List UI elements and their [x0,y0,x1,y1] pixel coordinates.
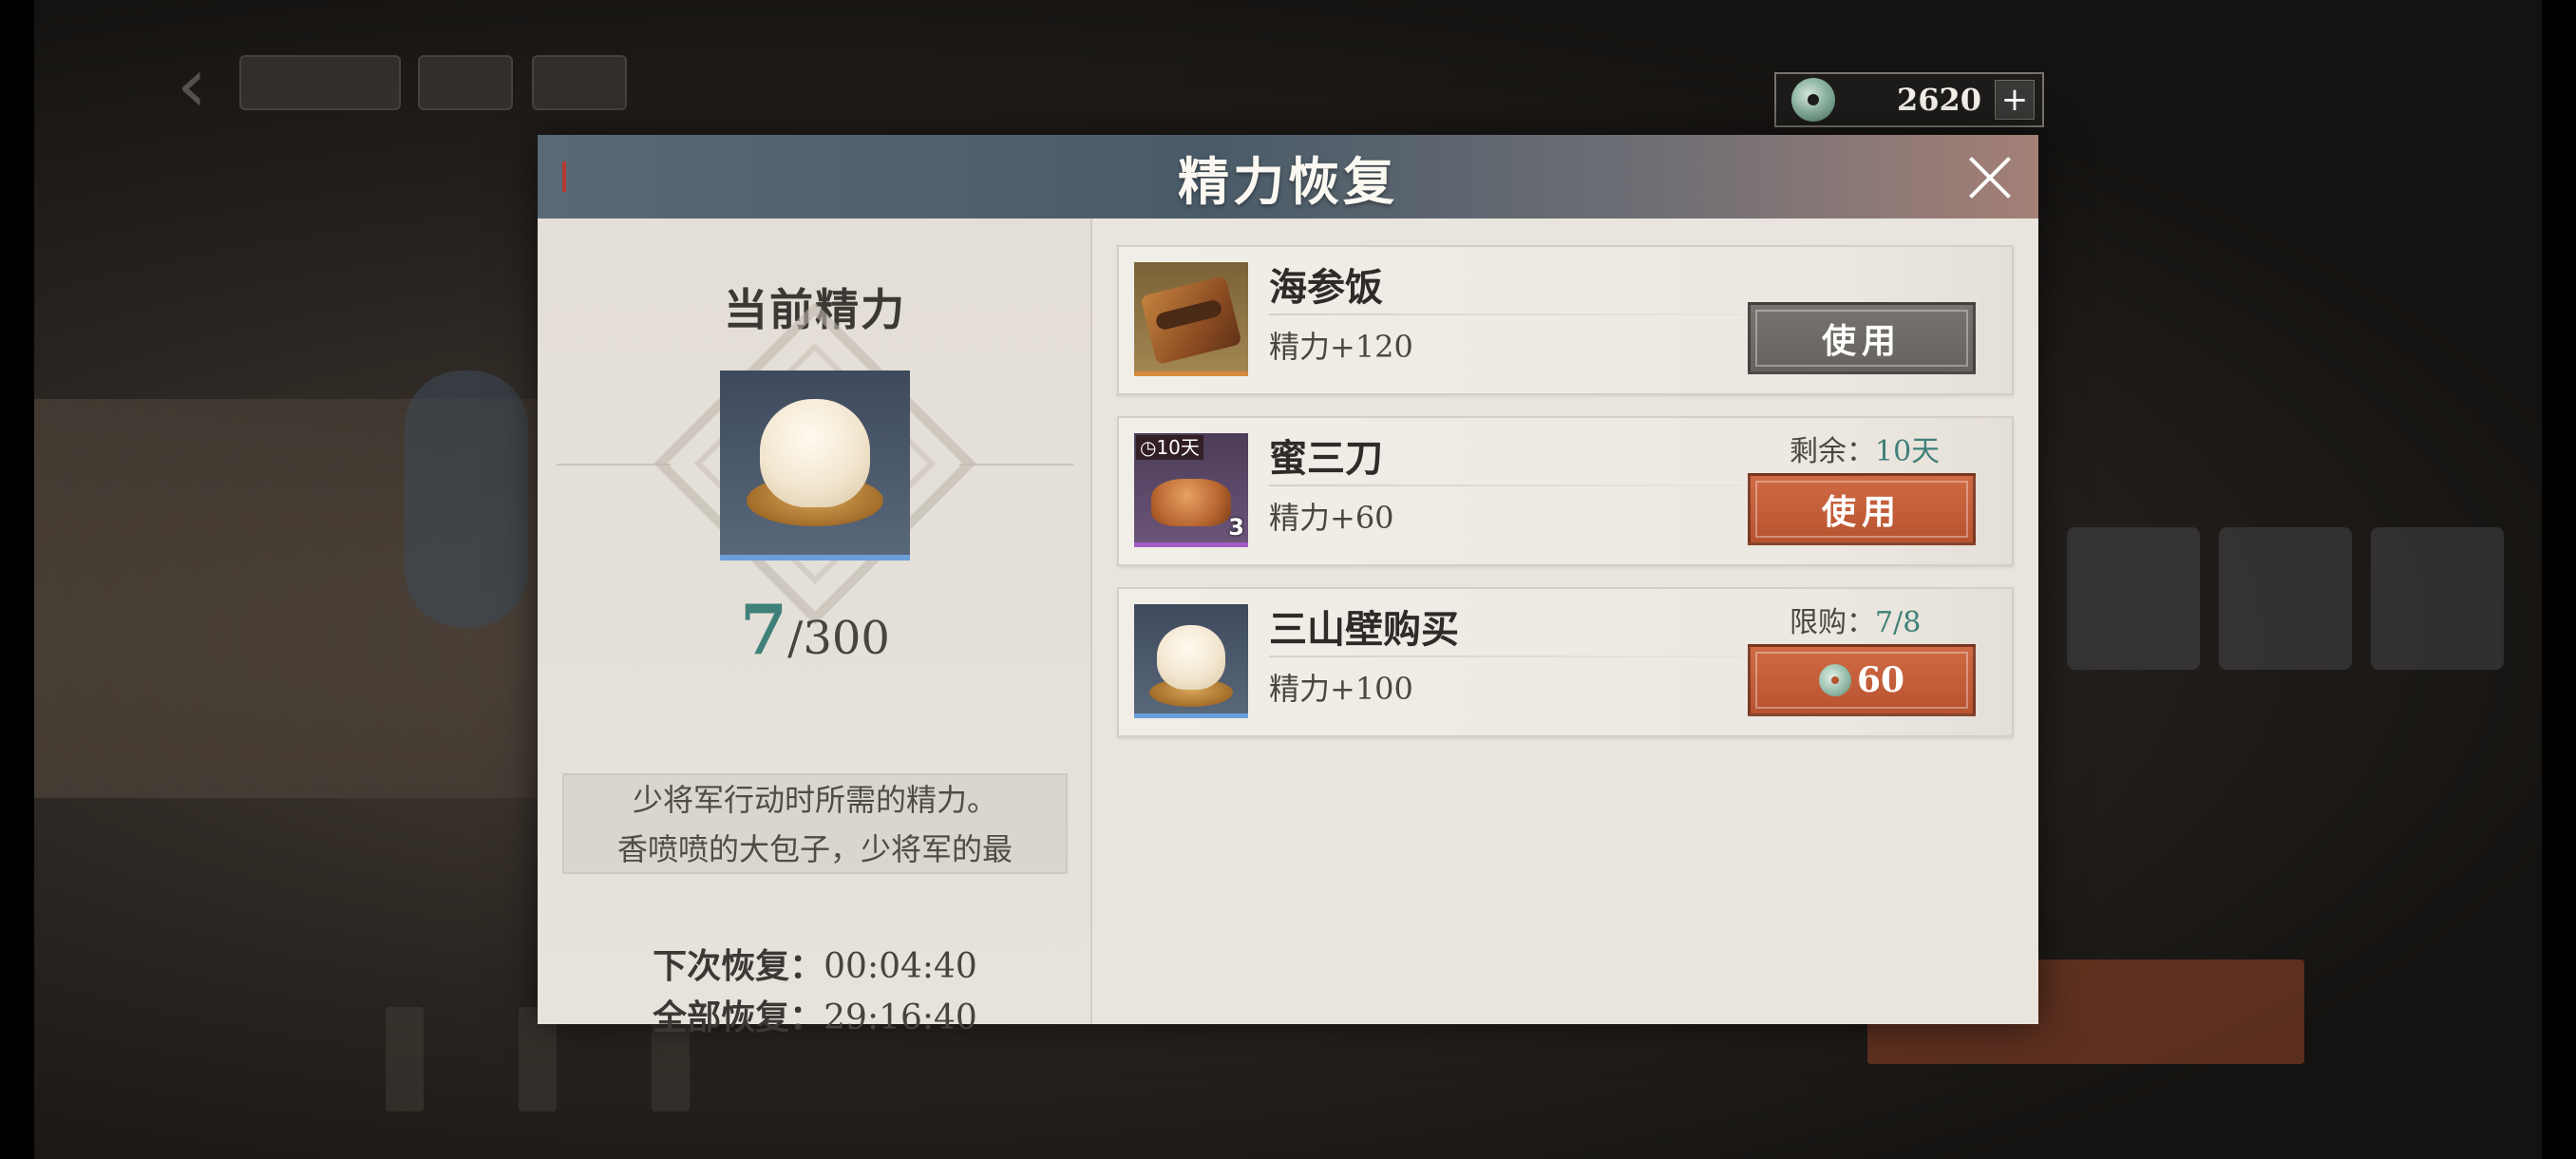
background-card [2219,527,2352,670]
energy-description: 少将军行动时所需的精力。 香喷喷的大包子，少将军的最 [562,773,1068,874]
currency-value: 2620 [1896,82,1981,118]
full-recovery-value: 29:16:40 [824,998,977,1037]
background-top-button [418,55,513,110]
dialog-header: 精力恢复 [538,135,2038,218]
dish-shape [1140,275,1242,366]
item-name: 蜜三刀 [1269,436,1383,481]
full-recovery-label: 全部恢复： [653,998,824,1037]
buy-button[interactable]: 60 [1748,644,1976,716]
decorative-line [959,464,1073,466]
purchase-limit-value: 7/8 [1875,606,1922,639]
expiry-badge-text: 10天 [1156,436,1200,459]
currency-bar: 2620 + [1774,72,2044,127]
next-recovery-value: 00:04:40 [824,947,977,986]
steamed-bun-icon [720,370,910,560]
item-effect: 精力+60 [1269,500,1394,536]
description-line: 少将军行动时所需的精力。 [632,782,997,818]
description-line: 香喷喷的大包子，少将军的最 [616,831,1013,867]
remaining-value: 10天 [1875,435,1941,468]
item-card-sea-cucumber-rice: 海参饭 精力+120 使用 [1117,245,2014,395]
pastry-shape [1151,479,1231,526]
energy-recovery-dialog: 精力恢复 当前精力 7/300 少将军行动时所需的精力。 香喷喷的大包子，少将军… [538,135,2038,1037]
item-name: 海参饭 [1269,265,1383,310]
item-effect: 精力+120 [1269,329,1413,365]
close-icon[interactable] [1966,154,2014,201]
use-button[interactable]: 使用 [1748,302,1976,374]
purchase-limit: 限购：7/8 [1790,598,1921,640]
bun-shape [760,399,870,507]
item-card-purchase-bun: 三山壁购买 精力+100 限购：7/8 60 [1117,587,2014,737]
use-button[interactable]: 使用 [1748,473,1976,545]
next-recovery-label: 下次恢复： [653,946,824,986]
background-card [2067,527,2200,670]
add-currency-button[interactable]: + [1995,80,2035,120]
back-arrow-icon[interactable]: ‹ [177,48,234,124]
remaining-label: 剩余： [1790,435,1875,468]
full-recovery-row: 全部恢复：29:16:40 [538,990,1092,1039]
energy-current: 7 [740,589,788,670]
expiry-badge: ◷10天 [1136,435,1203,460]
background-card [2371,527,2504,670]
item-name: 三山壁购买 [1269,607,1459,652]
clock-icon: ◷ [1140,436,1157,459]
background-top-button [239,55,401,110]
honey-pastry-icon: ◷10天 3 [1134,433,1248,547]
bun-shape [1157,625,1225,690]
energy-value: 7/300 [538,589,1092,670]
item-effect: 精力+100 [1269,671,1413,707]
dialog-title: 精力恢复 [1178,150,1398,212]
current-energy-panel: 当前精力 7/300 少将军行动时所需的精力。 香喷喷的大包子，少将军的最 下次… [538,218,1092,1037]
header-accent [562,162,566,192]
buy-price: 60 [1856,660,1905,700]
background-nav-item [386,1007,424,1112]
remaining-time: 剩余：10天 [1790,428,1940,469]
energy-max: /300 [787,612,890,665]
background-top-button [532,55,627,110]
item-card-honey-pastry: ◷10天 3 蜜三刀 精力+60 剩余：10天 使用 [1117,416,2014,566]
item-count: 3 [1228,514,1244,541]
sea-cucumber-rice-icon [1134,262,1248,376]
background-panel [405,370,528,627]
purchase-limit-label: 限购： [1790,606,1875,639]
steamed-bun-icon [1134,604,1248,718]
next-recovery-row: 下次恢复：00:04:40 [538,939,1092,988]
jade-coin-icon [1791,78,1835,122]
jade-coin-icon [1818,664,1851,696]
